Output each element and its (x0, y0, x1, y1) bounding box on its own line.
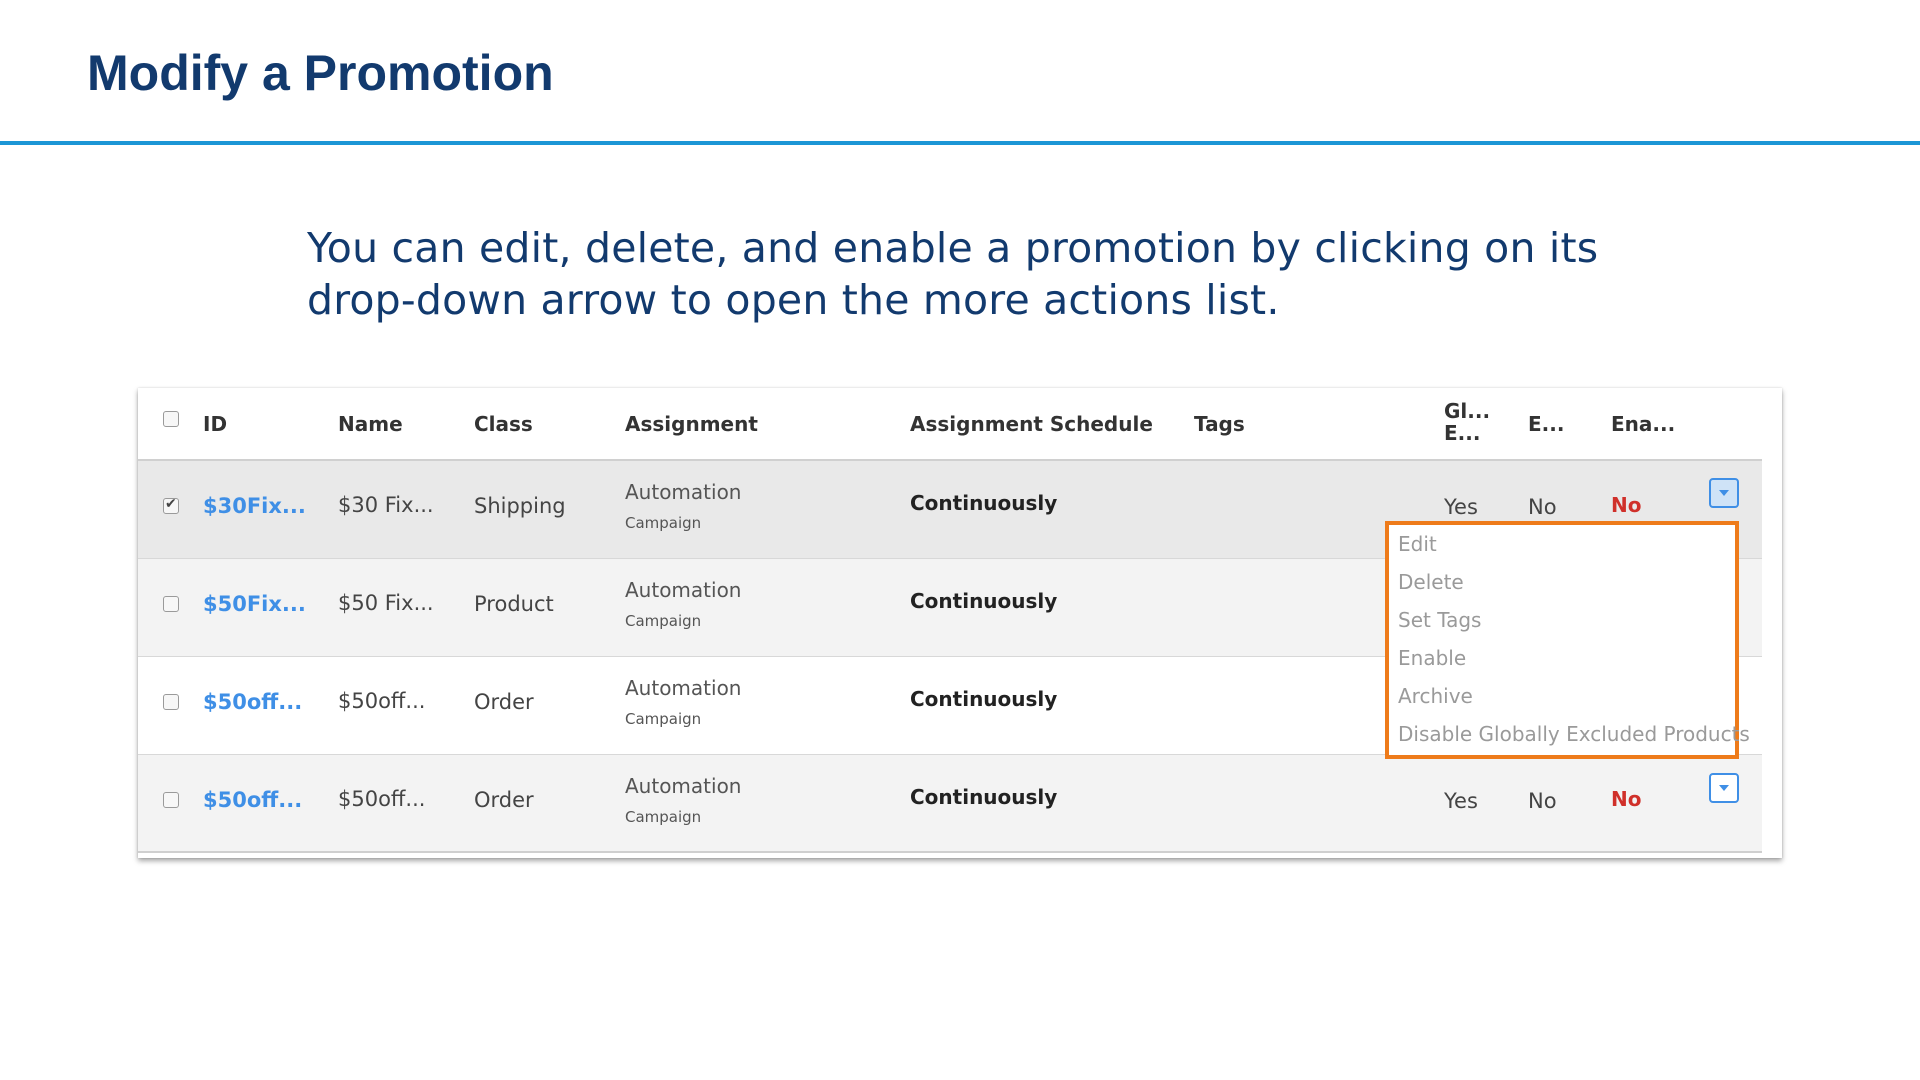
menu-item-archive[interactable]: Archive (1398, 684, 1473, 708)
assignment-type: Automation (625, 676, 742, 700)
assignment-type: Automation (625, 774, 742, 798)
more-actions-dropdown-button[interactable] (1709, 478, 1739, 508)
intro-text: You can edit, delete, and enable a promo… (307, 222, 1607, 326)
select-all-checkbox[interactable] (163, 411, 179, 427)
promotion-id-link[interactable]: $30Fix... (203, 494, 306, 518)
globally-excluded-value: Yes (1444, 789, 1478, 813)
intro-line-2: drop-down arrow to open the more actions… (307, 276, 1280, 324)
promotion-name: $30 Fix... (338, 493, 434, 517)
column-header-enabled[interactable]: Ena... (1611, 412, 1675, 436)
e-value: No (1528, 789, 1557, 813)
assignment-type: Automation (625, 480, 742, 504)
assignment-schedule: Continuously (910, 687, 1058, 711)
column-header-e[interactable]: E... (1528, 412, 1564, 436)
row-checkbox[interactable] (163, 596, 179, 612)
column-header-assignment[interactable]: Assignment (625, 412, 758, 436)
column-header-class[interactable]: Class (474, 412, 533, 436)
assignment-subtype: Campaign (625, 808, 702, 826)
assignment-schedule: Continuously (910, 589, 1058, 613)
promotion-name: $50off... (338, 689, 426, 713)
assignment-subtype: Campaign (625, 514, 702, 532)
assignment-schedule: Continuously (910, 491, 1058, 515)
column-header-id[interactable]: ID (203, 412, 227, 436)
globally-excluded-value: Yes (1444, 495, 1478, 519)
promotion-name: $50off... (338, 787, 426, 811)
assignment-subtype: Campaign (625, 710, 702, 728)
menu-item-set-tags[interactable]: Set Tags (1398, 608, 1481, 632)
promotion-class: Shipping (474, 494, 566, 518)
promotion-id-link[interactable]: $50off... (203, 788, 302, 812)
column-header-name[interactable]: Name (338, 412, 403, 436)
more-actions-dropdown-button[interactable] (1709, 773, 1739, 803)
row-checkbox[interactable] (163, 694, 179, 710)
enabled-status: No (1611, 787, 1642, 811)
promotion-name: $50 Fix... (338, 591, 434, 615)
page-title: Modify a Promotion (87, 45, 554, 101)
promotion-id-link[interactable]: $50Fix... (203, 592, 306, 616)
chevron-down-icon (1719, 785, 1729, 791)
table-header: ID Name Class Assignment Assignment Sche… (138, 388, 1762, 461)
title-divider (0, 141, 1920, 145)
column-header-assignment-schedule[interactable]: Assignment Schedule (910, 412, 1153, 436)
promotion-class: Product (474, 592, 554, 616)
column-header-globally-excluded[interactable]: Gl... E... (1444, 400, 1490, 444)
column-header-globally-excluded-line1: Gl... (1444, 399, 1491, 423)
e-value: No (1528, 495, 1557, 519)
menu-item-disable-globally-excluded-products[interactable]: Disable Globally Excluded Products (1398, 722, 1750, 746)
promotion-class: Order (474, 788, 534, 812)
intro-line-1: You can edit, delete, and enable a promo… (307, 224, 1599, 272)
more-actions-menu: Edit Delete Set Tags Enable Archive Disa… (1385, 521, 1750, 759)
promotion-class: Order (474, 690, 534, 714)
row-checkbox[interactable] (163, 792, 179, 808)
table-row[interactable]: $50off... $50off... Order Automation Cam… (138, 755, 1762, 853)
slide: Modify a Promotion You can edit, delete,… (0, 0, 1920, 1080)
column-header-tags[interactable]: Tags (1194, 412, 1245, 436)
assignment-type: Automation (625, 578, 742, 602)
menu-item-enable[interactable]: Enable (1398, 646, 1466, 670)
promotion-id-link[interactable]: $50off... (203, 690, 302, 714)
assignment-subtype: Campaign (625, 612, 702, 630)
assignment-schedule: Continuously (910, 785, 1058, 809)
row-checkbox[interactable] (163, 496, 179, 514)
menu-item-delete[interactable]: Delete (1398, 570, 1464, 594)
chevron-down-icon (1719, 490, 1729, 496)
menu-item-edit[interactable]: Edit (1398, 532, 1437, 556)
column-header-globally-excluded-line2: E... (1444, 421, 1481, 445)
enabled-status: No (1611, 493, 1642, 517)
